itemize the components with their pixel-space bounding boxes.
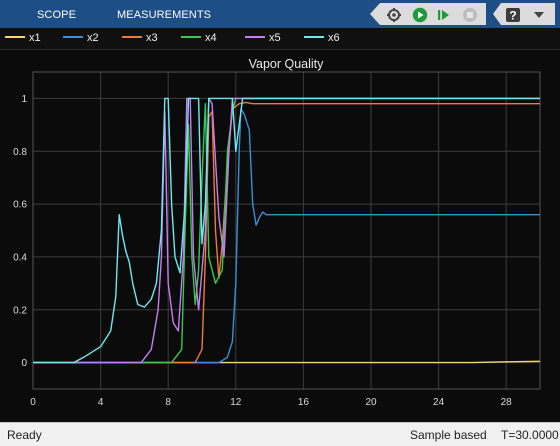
- grid: [32, 72, 540, 389]
- series-group: [33, 97, 541, 364]
- series-line-x2: [33, 108, 540, 364]
- settings-run-icon[interactable]: [386, 7, 402, 23]
- series-line-x5: [33, 97, 540, 364]
- status-bar: Ready Sample based T=30.0000: [0, 422, 560, 446]
- series-line-x6: [33, 97, 540, 364]
- plot-area: Vapor Quality 0 4 8 12 16 20 24 28 0 0.2 0.4 0.6 0.8…: [0, 50, 560, 422]
- legend-item-x6[interactable]: x6: [304, 28, 340, 49]
- run-icon[interactable]: [412, 7, 428, 23]
- x-tick-label: 24: [433, 397, 445, 408]
- x-tick-label: 12: [230, 397, 242, 408]
- legend-swatch-x1: [5, 36, 25, 39]
- help-controls: ?: [493, 3, 555, 25]
- legend-label: x3: [146, 32, 158, 44]
- x-tick-label: 16: [298, 397, 310, 408]
- legend-item-x1[interactable]: x1: [5, 28, 41, 49]
- simulation-controls: [370, 3, 486, 25]
- legend: x1 x2 x3 x4 x5 x6: [0, 28, 560, 50]
- y-tick-label: 0.8: [13, 147, 27, 158]
- series-line-x3: [33, 101, 540, 364]
- chart-title: Vapor Quality: [249, 57, 325, 71]
- legend-item-x5[interactable]: x5: [245, 28, 281, 49]
- status-ready: Ready: [7, 428, 42, 442]
- y-tick-label: 0: [21, 358, 27, 369]
- legend-swatch-x2: [63, 36, 83, 39]
- vapor-quality-chart[interactable]: Vapor Quality 0 4 8 12 16 20 24 28 0 0.2 0.4 0.6 0.8…: [0, 50, 560, 422]
- legend-label: x4: [205, 32, 217, 44]
- stop-icon[interactable]: [462, 7, 478, 23]
- legend-label: x1: [29, 32, 41, 44]
- svg-text:?: ?: [509, 9, 516, 23]
- step-forward-icon[interactable]: [436, 7, 452, 23]
- x-tick-label: 20: [365, 397, 377, 408]
- series-line-x4: [33, 97, 540, 364]
- legend-swatch-x6: [304, 36, 324, 39]
- x-tick-label: 28: [501, 397, 513, 408]
- status-mode: Sample based: [410, 428, 487, 442]
- axes-frame: [32, 71, 541, 390]
- legend-label: x6: [328, 32, 340, 44]
- legend-label: x2: [87, 32, 99, 44]
- status-time: T=30.0000: [501, 428, 559, 442]
- tick-labels: 0 4 8 12 16 20 24 28 0 0.2 0.4 0.6 0.8 1: [13, 94, 512, 408]
- y-tick-label: 0.6: [13, 200, 27, 211]
- dock-icon[interactable]: [531, 7, 547, 23]
- toolstrip: SCOPE MEASUREMENTS ?: [0, 0, 560, 28]
- x-tick-label: 4: [98, 397, 104, 408]
- y-tick-label: 1: [21, 94, 27, 105]
- legend-swatch-x3: [122, 36, 142, 39]
- x-tick-label: 0: [30, 397, 36, 408]
- help-icon[interactable]: ?: [505, 7, 521, 23]
- legend-item-x3[interactable]: x3: [122, 28, 158, 49]
- x-tick-label: 8: [165, 397, 171, 408]
- tab-measurements[interactable]: MEASUREMENTS: [117, 0, 211, 28]
- legend-swatch-x5: [245, 36, 265, 39]
- y-tick-label: 0.4: [13, 252, 27, 263]
- tab-scope[interactable]: SCOPE: [37, 0, 76, 28]
- legend-item-x4[interactable]: x4: [181, 28, 217, 49]
- legend-swatch-x4: [181, 36, 201, 39]
- legend-item-x2[interactable]: x2: [63, 28, 99, 49]
- y-tick-label: 0.2: [13, 305, 27, 316]
- legend-label: x5: [269, 32, 281, 44]
